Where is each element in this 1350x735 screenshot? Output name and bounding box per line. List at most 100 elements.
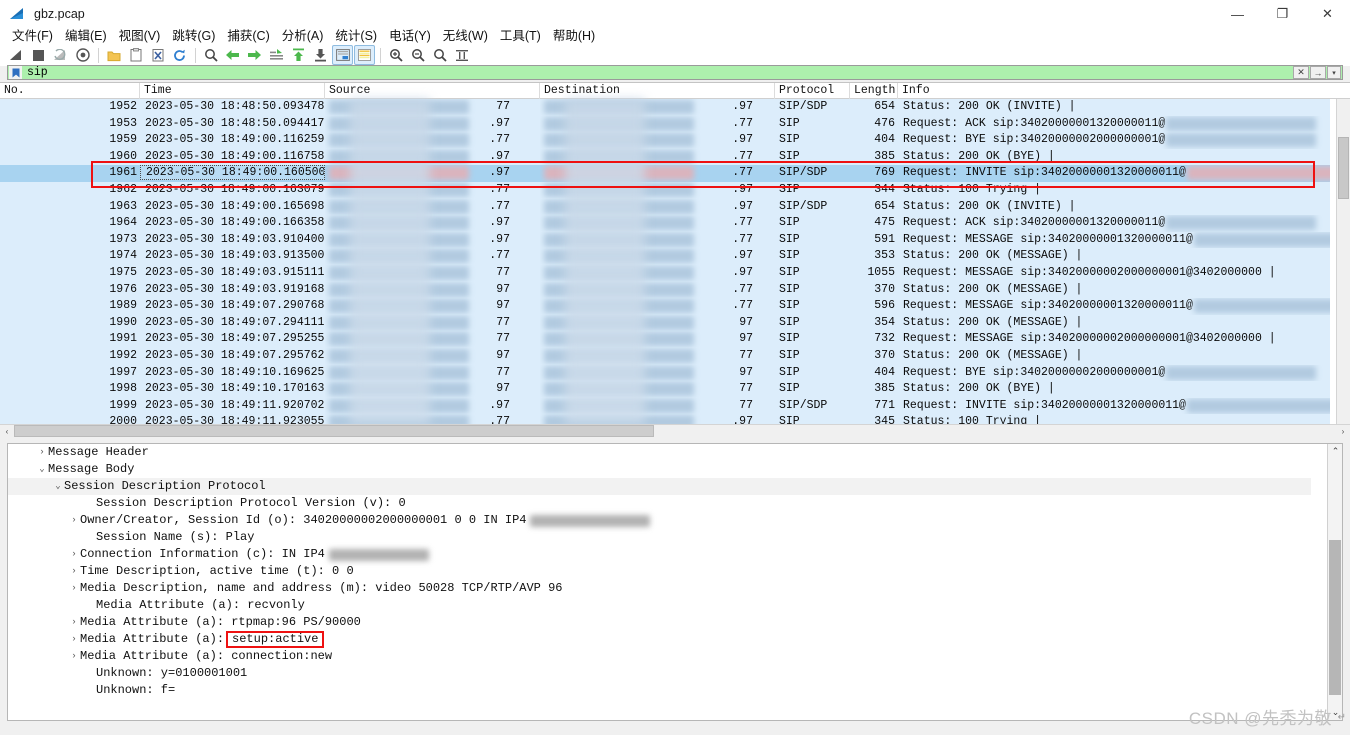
close-button[interactable]: ✕ xyxy=(1305,0,1350,28)
table-row[interactable]: 1999 2023-05-30 18:49:11.920702.97 77 SIP/S… xyxy=(0,398,1330,415)
chevron-right-icon[interactable]: › xyxy=(68,546,80,563)
column-no[interactable]: No. xyxy=(0,83,140,99)
colorize-icon[interactable] xyxy=(354,45,375,65)
table-row[interactable]: 1960 2023-05-30 18:49:00.116758.97.77 SIP 3… xyxy=(0,149,1330,166)
chevron-right-icon[interactable]: › xyxy=(68,631,80,648)
stop-capture-icon[interactable] xyxy=(28,45,49,65)
display-filter-input[interactable] xyxy=(22,66,1293,79)
go-back-icon[interactable] xyxy=(222,45,243,65)
zoom-in-icon[interactable] xyxy=(385,45,406,65)
restart-capture-icon[interactable] xyxy=(50,45,71,65)
tree-sdp-time[interactable]: › Time Description, active time (t): 0 0 xyxy=(8,563,1311,580)
tree-sdp-attr-connection[interactable]: › Media Attribute (a): connection:new xyxy=(8,648,1311,665)
table-row[interactable]: 1961 2023-05-30 18:49:00.160500.97.77 SIP/… xyxy=(0,165,1330,182)
tree-sdp-attr-setup[interactable]: › Media Attribute (a): setup:active xyxy=(8,631,1311,648)
menu-telephony[interactable]: 电话(Y) xyxy=(383,24,437,45)
table-row[interactable]: 1959 2023-05-30 18:49:00.116259.77.97 SIP 4… xyxy=(0,132,1330,149)
menu-file[interactable]: 文件(F) xyxy=(6,24,59,45)
column-destination[interactable]: Destination xyxy=(540,83,775,99)
chevron-right-icon[interactable]: › xyxy=(68,512,80,529)
column-time[interactable]: Time xyxy=(140,83,325,99)
zoom-reset-icon[interactable] xyxy=(429,45,450,65)
tree-sdp-connection[interactable]: › Connection Information (c): IN IP4 xyxy=(8,546,1311,563)
table-row[interactable]: 1973 2023-05-30 18:49:03.910400.97.77 SIP 5… xyxy=(0,232,1330,249)
menu-capture[interactable]: 捕获(C) xyxy=(221,24,275,45)
go-forward-icon[interactable] xyxy=(244,45,265,65)
save-file-icon[interactable] xyxy=(125,45,146,65)
chevron-right-icon[interactable]: › xyxy=(68,614,80,631)
tree-sdp-attr-recvonly[interactable]: Media Attribute (a): recvonly xyxy=(8,597,1311,614)
tree-message-header[interactable]: › Message Header xyxy=(8,444,1311,461)
resize-columns-icon[interactable] xyxy=(451,45,472,65)
capture-options-icon[interactable] xyxy=(72,45,93,65)
start-capture-icon[interactable] xyxy=(6,45,27,65)
table-row[interactable]: 1974 2023-05-30 18:49:03.913500.77.97 SIP 3… xyxy=(0,248,1330,265)
column-info[interactable]: Info xyxy=(898,83,1350,99)
chevron-right-icon[interactable]: › xyxy=(68,563,80,580)
find-packet-icon[interactable] xyxy=(200,45,221,65)
column-length[interactable]: Length xyxy=(850,83,898,99)
column-source[interactable]: Source xyxy=(325,83,540,99)
filter-apply-button[interactable]: → xyxy=(1310,66,1326,79)
menu-analyze[interactable]: 分析(A) xyxy=(276,24,330,45)
chevron-right-icon[interactable]: › xyxy=(68,648,80,665)
packet-list-vertical-scrollbar[interactable] xyxy=(1336,99,1350,424)
table-row[interactable]: 1990 2023-05-30 18:49:07.294111 77 97 SIP 354… xyxy=(0,315,1330,332)
table-row[interactable]: 1997 2023-05-30 18:49:10.169625 77 97 SIP 404… xyxy=(0,365,1330,382)
zoom-out-icon[interactable] xyxy=(407,45,428,65)
scroll-left-icon[interactable]: ‹ xyxy=(0,425,14,438)
chevron-down-icon[interactable]: ⌄ xyxy=(36,461,48,478)
table-row[interactable]: 1963 2023-05-30 18:49:00.165698.77.97 SIP/… xyxy=(0,199,1330,216)
menu-view[interactable]: 视图(V) xyxy=(113,24,167,45)
table-row[interactable]: 1992 2023-05-30 18:49:07.295762 97 77 SIP 370… xyxy=(0,348,1330,365)
packet-list-scroll-thumb[interactable] xyxy=(1338,137,1349,199)
table-row[interactable]: 1991 2023-05-30 18:49:07.295255 77 97 SIP 732… xyxy=(0,331,1330,348)
tree-sdp-version[interactable]: Session Description Protocol Version (v)… xyxy=(8,495,1311,512)
detail-scroll-thumb[interactable] xyxy=(1329,540,1341,695)
scroll-up-icon[interactable]: ⌃ xyxy=(1328,444,1342,459)
tree-sdp-attr-rtpmap[interactable]: › Media Attribute (a): rtpmap:96 PS/90000 xyxy=(8,614,1311,631)
table-row[interactable]: 1953 2023-05-30 18:48:50.094417.97.77 SIP 4… xyxy=(0,116,1330,133)
menu-statistics[interactable]: 统计(S) xyxy=(329,24,383,45)
chevron-down-icon[interactable]: ⌄ xyxy=(52,478,64,495)
tree-sdp-owner[interactable]: › Owner/Creator, Session Id (o): 34020000… xyxy=(8,512,1311,529)
menu-wireless[interactable]: 无线(W) xyxy=(437,24,494,45)
menu-go[interactable]: 跳转(G) xyxy=(166,24,221,45)
tree-unknown-f[interactable]: Unknown: f= xyxy=(8,682,1311,699)
autoscroll-icon[interactable] xyxy=(332,45,353,65)
detail-vertical-scrollbar[interactable]: ⌃ ⌄ xyxy=(1327,444,1342,720)
bookmark-icon[interactable] xyxy=(9,66,22,79)
go-to-packet-icon[interactable] xyxy=(266,45,287,65)
tree-sdp-session-name[interactable]: Session Name (s): Play xyxy=(8,529,1311,546)
packet-list-rows[interactable]: 1952 2023-05-30 18:48:50.093478 77.97 SIP/S… xyxy=(0,99,1330,430)
chevron-right-icon[interactable]: › xyxy=(68,580,80,597)
table-row[interactable]: 1962 2023-05-30 18:49:00.163079.77.97 SIP 3… xyxy=(0,182,1330,199)
menu-help[interactable]: 帮助(H) xyxy=(547,24,601,45)
column-protocol[interactable]: Protocol xyxy=(775,83,850,99)
menu-tools[interactable]: 工具(T) xyxy=(494,24,547,45)
tree-message-body[interactable]: ⌄ Message Body xyxy=(8,461,1311,478)
filter-clear-button[interactable]: ✕ xyxy=(1293,66,1309,79)
maximize-button[interactable]: ❐ xyxy=(1260,0,1305,28)
packet-detail-tree[interactable]: › Message Header ⌄ Message Body ⌄ Session Des… xyxy=(8,444,1311,720)
open-file-icon[interactable] xyxy=(103,45,124,65)
menu-edit[interactable]: 编辑(E) xyxy=(59,24,113,45)
tree-sdp-media-description[interactable]: › Media Description, name and address (m)… xyxy=(8,580,1311,597)
scroll-right-icon[interactable]: › xyxy=(1336,425,1350,438)
tree-sdp[interactable]: ⌄ Session Description Protocol xyxy=(8,478,1311,495)
hscroll-thumb[interactable] xyxy=(14,425,654,437)
table-row[interactable]: 1976 2023-05-30 18:49:03.919168 97.77 SIP 37… xyxy=(0,282,1330,299)
table-row[interactable]: 1989 2023-05-30 18:49:07.290768 97.77 SIP 59… xyxy=(0,298,1330,315)
go-to-first-icon[interactable] xyxy=(288,45,309,65)
minimize-button[interactable]: — xyxy=(1215,0,1260,28)
chevron-right-icon[interactable]: › xyxy=(36,444,48,461)
tree-unknown-y[interactable]: Unknown: y=0100001001 xyxy=(8,665,1311,682)
go-to-last-icon[interactable] xyxy=(310,45,331,65)
reload-file-icon[interactable] xyxy=(169,45,190,65)
filter-dropdown-icon[interactable]: ▾ xyxy=(1327,66,1341,79)
table-row[interactable]: 1964 2023-05-30 18:49:00.166358.97.77 SIP 4… xyxy=(0,215,1330,232)
close-file-icon[interactable] xyxy=(147,45,168,65)
table-row[interactable]: 1952 2023-05-30 18:48:50.093478 77.97 SIP/S… xyxy=(0,99,1330,116)
table-row[interactable]: 1975 2023-05-30 18:49:03.915111 77.97 SIP 10… xyxy=(0,265,1330,282)
table-row[interactable]: 1998 2023-05-30 18:49:10.170163 97 77 SIP 385… xyxy=(0,381,1330,398)
